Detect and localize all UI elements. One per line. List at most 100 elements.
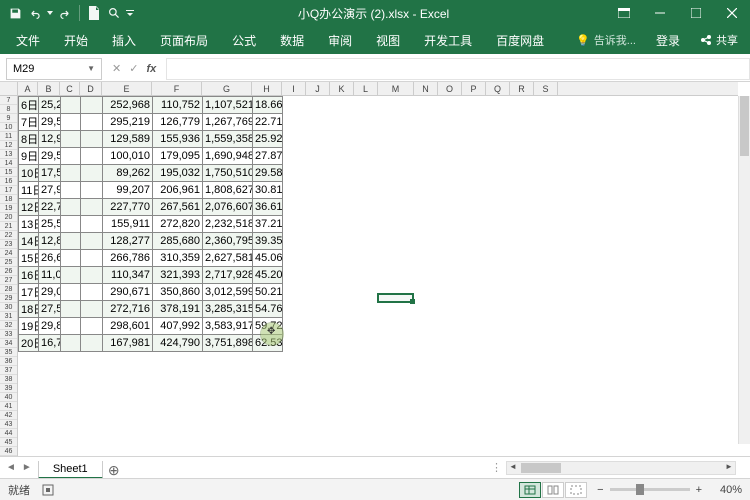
cell[interactable]: 266,786 <box>103 250 153 267</box>
cell[interactable]: 2,076,607 <box>203 199 253 216</box>
tab-layout[interactable]: 页面布局 <box>148 26 220 54</box>
col-header[interactable]: E <box>102 82 152 95</box>
cell[interactable]: 14日 <box>19 233 39 250</box>
row-header[interactable]: 26 <box>0 267 17 276</box>
cell[interactable]: 25,297 <box>39 97 61 114</box>
cell[interactable] <box>61 216 81 233</box>
cell[interactable]: 45.06% <box>253 250 283 267</box>
cell[interactable]: 285,680 <box>153 233 203 250</box>
hscroll-split[interactable]: ⋮ <box>491 461 502 474</box>
cell[interactable]: 27,903 <box>39 182 61 199</box>
col-header[interactable]: O <box>438 82 462 95</box>
cell[interactable]: 11日 <box>19 182 39 199</box>
cell[interactable]: 29,522 <box>39 114 61 131</box>
row-header[interactable]: 7 <box>0 96 17 105</box>
cell[interactable]: 2,717,928 <box>203 267 253 284</box>
row-header[interactable]: 19 <box>0 204 17 213</box>
vertical-scrollbar[interactable] <box>738 96 750 444</box>
cell[interactable]: 50.21% <box>253 284 283 301</box>
row-header[interactable]: 15 <box>0 168 17 177</box>
view-page-layout-button[interactable] <box>542 482 564 498</box>
row-header[interactable]: 45 <box>0 438 17 447</box>
cell[interactable] <box>61 301 81 318</box>
row-header[interactable]: 33 <box>0 330 17 339</box>
cell[interactable]: 13日 <box>19 216 39 233</box>
cell[interactable]: 19日 <box>19 318 39 335</box>
col-header[interactable]: Q <box>486 82 510 95</box>
cell[interactable] <box>61 318 81 335</box>
cell[interactable]: 18.66% <box>253 97 283 114</box>
cell[interactable]: 129,589 <box>103 131 153 148</box>
cell[interactable] <box>61 165 81 182</box>
cell[interactable] <box>61 284 81 301</box>
new-doc-icon[interactable] <box>85 4 103 22</box>
cell[interactable]: 29,860 <box>39 318 61 335</box>
qat-customize-icon[interactable] <box>125 4 135 22</box>
row-header[interactable]: 12 <box>0 141 17 150</box>
ribbon-display-icon[interactable] <box>606 0 642 26</box>
cell[interactable] <box>81 301 103 318</box>
row-header[interactable]: 42 <box>0 411 17 420</box>
row-header[interactable]: 11 <box>0 132 17 141</box>
name-box[interactable]: M29▼ <box>6 58 102 80</box>
row-header[interactable]: 22 <box>0 231 17 240</box>
cell[interactable]: 17,526 <box>39 165 61 182</box>
row-header[interactable]: 34 <box>0 339 17 348</box>
cell[interactable]: 37.21% <box>253 216 283 233</box>
redo-icon[interactable] <box>56 4 74 22</box>
cell[interactable]: 295,219 <box>103 114 153 131</box>
cell[interactable]: 290,671 <box>103 284 153 301</box>
row-header[interactable]: 17 <box>0 186 17 195</box>
hscroll-thumb[interactable] <box>521 463 561 473</box>
cell[interactable] <box>61 148 81 165</box>
zoom-slider-knob[interactable] <box>636 484 644 495</box>
cell[interactable] <box>61 250 81 267</box>
fill-handle[interactable] <box>410 299 415 304</box>
vscroll-thumb[interactable] <box>740 96 749 156</box>
col-header[interactable]: C <box>60 82 80 95</box>
row-header[interactable]: 37 <box>0 366 17 375</box>
row-header[interactable]: 40 <box>0 393 17 402</box>
cell[interactable] <box>81 335 103 352</box>
row-header[interactable]: 20 <box>0 213 17 222</box>
sheet-tab-1[interactable]: Sheet1 <box>38 461 103 479</box>
cell[interactable]: 1,559,358 <box>203 131 253 148</box>
cell[interactable]: 36.61% <box>253 199 283 216</box>
cell[interactable]: 29,067 <box>39 284 61 301</box>
cell[interactable]: 2,360,795 <box>203 233 253 250</box>
cell[interactable] <box>81 165 103 182</box>
cell[interactable]: 12,959 <box>39 131 61 148</box>
tab-view[interactable]: 视图 <box>364 26 412 54</box>
cell[interactable]: 3,012,599 <box>203 284 253 301</box>
hscroll-right-icon[interactable]: ► <box>723 462 735 474</box>
tab-file[interactable]: 文件 <box>4 26 52 54</box>
cell[interactable]: 310,359 <box>153 250 203 267</box>
select-all-corner[interactable] <box>0 82 18 96</box>
cell[interactable] <box>61 182 81 199</box>
add-sheet-button[interactable]: ⊕ <box>103 462 125 479</box>
cell[interactable]: 1,107,521 <box>203 97 253 114</box>
cell[interactable]: 1,750,510 <box>203 165 253 182</box>
hscroll-left-icon[interactable]: ◄ <box>507 462 519 474</box>
cell[interactable]: 17日 <box>19 284 39 301</box>
row-header[interactable]: 29 <box>0 294 17 303</box>
cell[interactable]: 45.20% <box>253 267 283 284</box>
cell[interactable]: 18日 <box>19 301 39 318</box>
cell[interactable]: 179,095 <box>153 148 203 165</box>
fx-icon[interactable]: fx <box>146 63 156 75</box>
cell[interactable] <box>61 233 81 250</box>
cell[interactable]: 167,981 <box>103 335 153 352</box>
cell[interactable]: 29,501 <box>39 148 61 165</box>
maximize-icon[interactable] <box>678 0 714 26</box>
col-header[interactable]: A <box>18 82 38 95</box>
cell[interactable]: 195,032 <box>153 165 203 182</box>
row-header[interactable]: 28 <box>0 285 17 294</box>
cell[interactable]: 424,790 <box>153 335 203 352</box>
cell[interactable]: 22.71% <box>253 114 283 131</box>
row-header[interactable]: 38 <box>0 375 17 384</box>
zoom-level[interactable]: 40% <box>708 484 742 496</box>
cell[interactable]: 110,752 <box>153 97 203 114</box>
cell[interactable] <box>81 97 103 114</box>
row-header[interactable]: 35 <box>0 348 17 357</box>
row-header[interactable]: 9 <box>0 114 17 123</box>
